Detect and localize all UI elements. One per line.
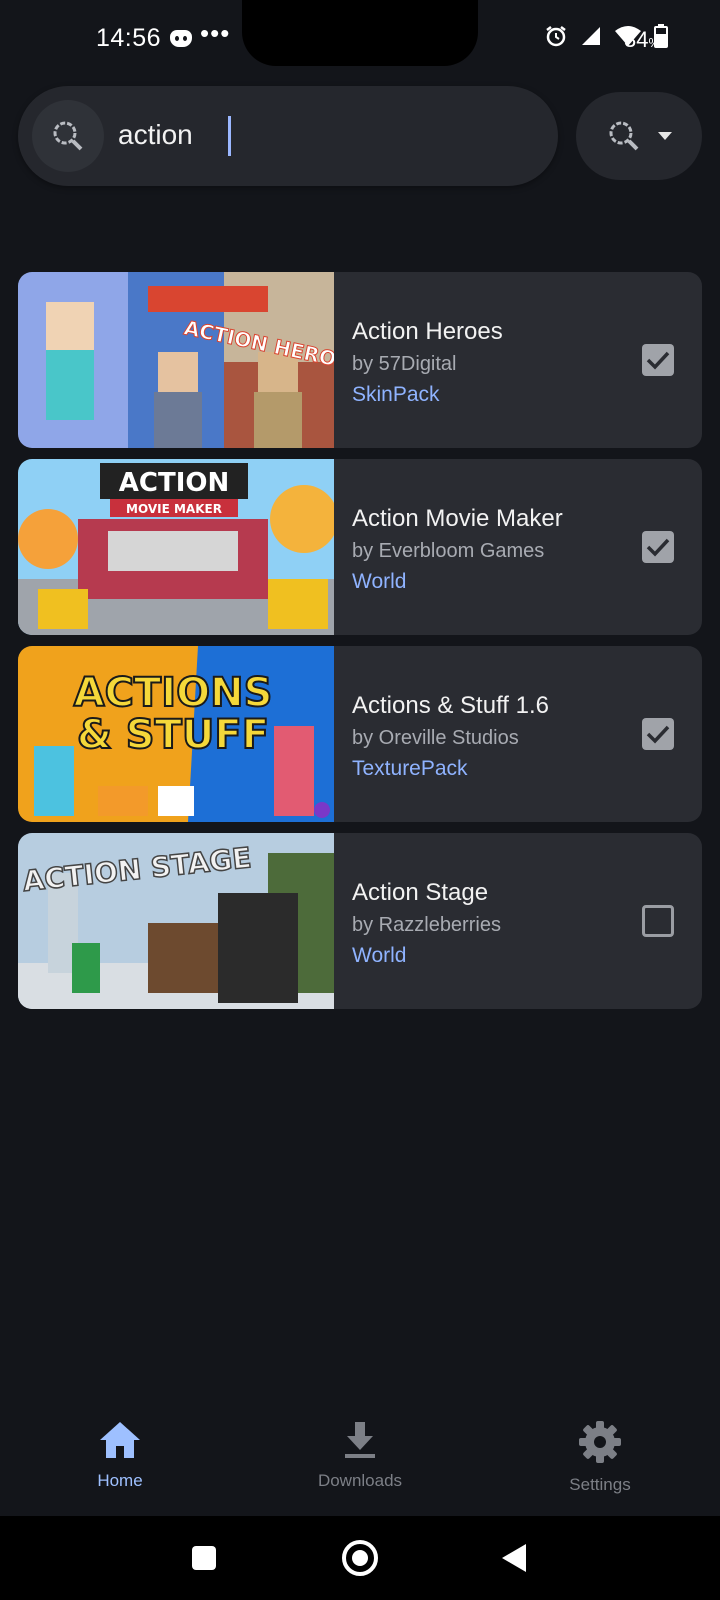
pack-author: by Razzleberries xyxy=(352,914,501,936)
system-navigation-bar xyxy=(0,1516,720,1600)
home-system-button[interactable] xyxy=(342,1540,378,1576)
signal-icon xyxy=(582,27,600,45)
pack-thumbnail: ACTION STAGE xyxy=(18,833,334,1009)
pack-type-link[interactable]: SkinPack xyxy=(352,383,440,407)
pack-title: Action Movie Maker xyxy=(352,505,563,532)
select-checkbox[interactable] xyxy=(642,905,674,937)
select-checkbox[interactable] xyxy=(642,344,674,376)
checkmark-icon xyxy=(646,351,670,370)
pack-thumbnail: ACTION HEROES xyxy=(18,272,334,448)
nav-downloads-label: Downloads xyxy=(317,1471,403,1490)
list-item[interactable]: ACTION MOVIE MAKER Action Movie Maker by… xyxy=(18,459,702,635)
list-item[interactable]: ACTIONS & STUFF Actions & Stuff 1.6 by O… xyxy=(18,646,702,822)
status-time: 14:56 xyxy=(96,24,162,52)
gear-icon xyxy=(579,1421,621,1463)
pack-thumbnail: ACTIONS & STUFF xyxy=(18,646,334,822)
thumbnail-subtitle: MOVIE MAKER xyxy=(126,502,222,516)
bottom-navigation: Home Downloads Settings xyxy=(0,1420,720,1512)
pack-author: by Oreville Studios xyxy=(352,727,519,749)
pack-title: Actions & Stuff 1.6 xyxy=(352,692,550,719)
pack-type-link[interactable]: TexturePack xyxy=(352,757,468,781)
nav-home[interactable]: Home xyxy=(40,1420,200,1491)
download-icon xyxy=(345,1422,375,1458)
pack-thumbnail: ACTION MOVIE MAKER xyxy=(18,459,334,635)
search-filter-button[interactable] xyxy=(576,92,702,180)
search-button[interactable] xyxy=(32,100,104,172)
search-icon xyxy=(53,121,83,151)
dropdown-arrow-icon xyxy=(658,132,672,140)
list-item[interactable]: ACTION HEROES Action Heroes by 57Digital… xyxy=(18,272,702,448)
nav-settings[interactable]: Settings xyxy=(520,1420,680,1495)
camera-notch xyxy=(242,0,478,66)
more-notifications-icon: ••• xyxy=(200,18,231,48)
status-bar: 14:56 ••• 34% xyxy=(0,0,720,80)
select-checkbox[interactable] xyxy=(642,531,674,563)
back-button[interactable] xyxy=(502,1544,526,1572)
thumbnail-subtitle: & STUFF xyxy=(77,712,269,758)
pack-author: by Everbloom Games xyxy=(352,540,545,562)
search-input[interactable]: action xyxy=(118,119,193,151)
checkmark-icon xyxy=(646,538,670,557)
pack-title: Action Stage xyxy=(352,879,489,906)
alarm-icon xyxy=(546,26,566,47)
list-item[interactable]: ACTION STAGE Action Stage by Razzleberri… xyxy=(18,833,702,1009)
nav-downloads[interactable]: Downloads xyxy=(280,1420,440,1491)
pack-author: by 57Digital xyxy=(352,353,457,375)
results-list: ACTION HEROES Action Heroes by 57Digital… xyxy=(18,272,702,1020)
checkmark-icon xyxy=(646,725,670,744)
discord-notification-icon xyxy=(170,30,192,47)
select-checkbox[interactable] xyxy=(642,718,674,750)
search-bar[interactable]: action xyxy=(18,86,558,186)
pack-title: Action Heroes xyxy=(352,318,503,345)
text-cursor xyxy=(228,116,231,156)
nav-home-label: Home xyxy=(97,1471,143,1490)
pack-type-link[interactable]: World xyxy=(352,570,406,594)
nav-settings-label: Settings xyxy=(569,1475,631,1494)
thumbnail-title: ACTIONS xyxy=(74,670,273,716)
pack-type-link[interactable]: World xyxy=(352,944,406,968)
home-icon xyxy=(100,1422,140,1458)
battery-percent: 34% xyxy=(624,27,661,52)
recents-button[interactable] xyxy=(192,1546,216,1570)
search-filter-icon xyxy=(609,121,639,151)
thumbnail-title: ACTION xyxy=(119,468,229,498)
